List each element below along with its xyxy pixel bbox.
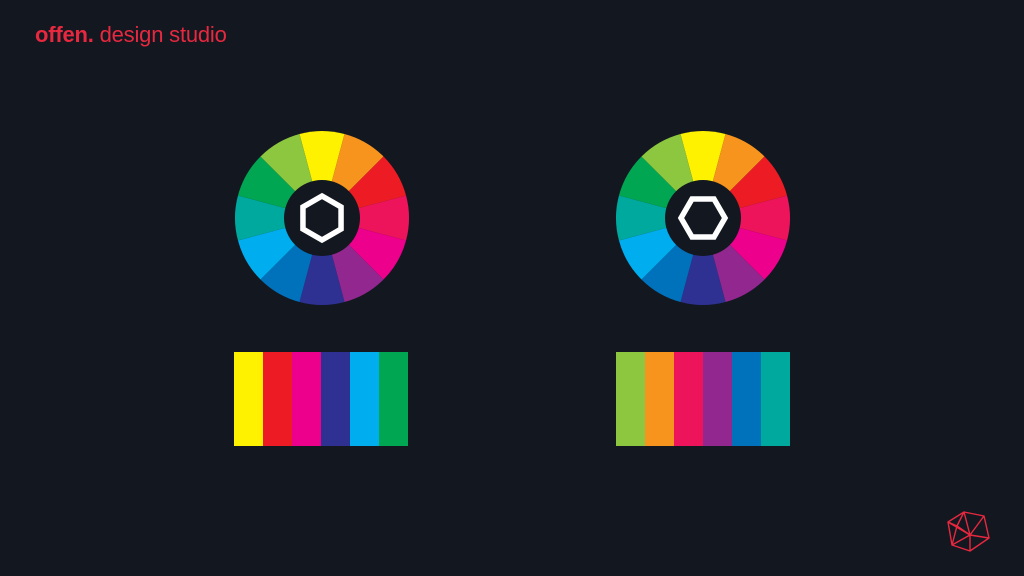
- palette-stripe: [379, 352, 408, 446]
- polyhedron-logo-icon: [947, 511, 990, 552]
- brand-title: offen. design studio: [35, 22, 227, 48]
- palette-stripe: [645, 352, 674, 446]
- palette-stripe: [761, 352, 790, 446]
- palette-stripe: [292, 352, 321, 446]
- color-wheel-right: [615, 130, 791, 306]
- palette-stripe: [234, 352, 263, 446]
- palette-stripe: [616, 352, 645, 446]
- wheel-hub: [284, 180, 360, 256]
- brand-name: offen.: [35, 22, 94, 47]
- palette-stripe: [674, 352, 703, 446]
- palette-stripe: [263, 352, 292, 446]
- wheel-hub: [665, 180, 741, 256]
- palette-stripe: [732, 352, 761, 446]
- color-wheel-left: [234, 130, 410, 306]
- brand-tagline: design studio: [99, 22, 227, 47]
- palette-stripe: [321, 352, 350, 446]
- palette-stripe: [703, 352, 732, 446]
- palette-stripes-right: [616, 352, 790, 446]
- palette-stripe: [350, 352, 379, 446]
- palette-stripes-left: [234, 352, 408, 446]
